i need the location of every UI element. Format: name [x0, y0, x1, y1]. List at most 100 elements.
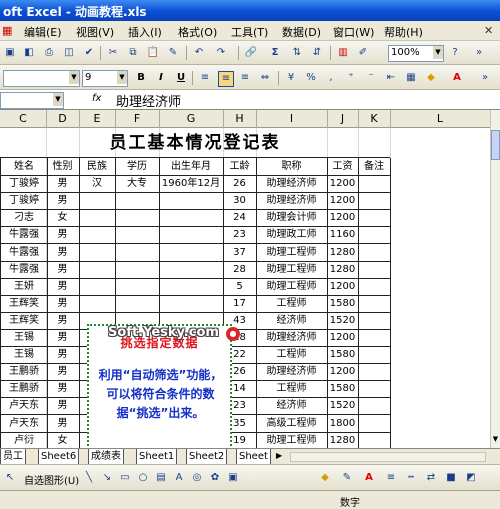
format-painter-icon[interactable]: ✎	[166, 46, 180, 60]
table-cell[interactable]: 王锡	[0, 329, 48, 348]
table-cell[interactable]: 经济师	[256, 311, 328, 330]
menu-edit[interactable]: 编辑(E)	[24, 24, 62, 40]
borders-icon[interactable]: ▦	[404, 71, 418, 85]
column-header[interactable]: C	[0, 110, 47, 128]
fill-color-icon[interactable]: ◆	[318, 471, 332, 485]
table-cell[interactable]: 23	[223, 226, 257, 245]
chevron-down-icon[interactable]: ▼	[433, 46, 443, 59]
table-header-cell[interactable]: 备注	[358, 158, 391, 177]
shadow-icon[interactable]: ■	[444, 471, 458, 485]
table-cell[interactable]: 1800	[327, 414, 359, 433]
table-cell[interactable]: 1160	[327, 226, 359, 245]
table-cell[interactable]	[115, 243, 160, 262]
undo-icon[interactable]: ↶	[192, 46, 206, 60]
menu-help[interactable]: 帮助(H)	[384, 24, 423, 40]
table-cell[interactable]: 助理工程师	[256, 260, 328, 279]
table-cell[interactable]: 男	[46, 311, 80, 330]
underline-button[interactable]: U	[174, 71, 188, 85]
comma-style-icon[interactable]: ,	[324, 71, 338, 85]
tab-sheet[interactable]: Sheet	[236, 449, 271, 465]
autosum-icon[interactable]: Σ	[268, 46, 282, 60]
table-cell[interactable]	[115, 226, 160, 245]
table-cell[interactable]: 5	[223, 277, 257, 296]
table-cell[interactable]: 大专	[115, 175, 160, 194]
redo-icon[interactable]: ↷	[214, 46, 228, 60]
table-cell[interactable]	[159, 226, 224, 245]
table-cell[interactable]	[79, 294, 116, 313]
table-cell[interactable]: 女	[46, 431, 80, 448]
table-cell[interactable]: 丁骏婷	[0, 175, 48, 194]
table-cell[interactable]: 丁骏婷	[0, 192, 48, 211]
oval-icon[interactable]: ○	[136, 471, 150, 485]
picture-icon[interactable]: ▣	[226, 471, 240, 485]
tab-sheet[interactable]: 员工	[0, 449, 26, 465]
table-cell[interactable]	[358, 243, 391, 262]
font-color-icon[interactable]: A	[362, 471, 376, 485]
drawing-icon[interactable]: ✐	[356, 46, 370, 60]
vertical-scrollbar[interactable]: ▼	[490, 110, 500, 448]
column-header[interactable]: L	[390, 110, 491, 128]
dash-style-icon[interactable]: ┅	[404, 471, 418, 485]
column-header[interactable]: D	[46, 110, 80, 128]
table-cell[interactable]	[159, 277, 224, 296]
clipart-icon[interactable]: ✿	[208, 471, 222, 485]
table-cell[interactable]: 助理经济师	[256, 329, 328, 348]
table-cell[interactable]: 王妍	[0, 277, 48, 296]
bold-button[interactable]: B	[134, 71, 148, 85]
table-cell[interactable]: 王辉笑	[0, 311, 48, 330]
name-box[interactable]: ▼	[0, 92, 64, 109]
table-cell[interactable]: 1200	[327, 329, 359, 348]
table-cell[interactable]: 男	[46, 346, 80, 365]
table-cell[interactable]: 1580	[327, 294, 359, 313]
align-center-icon[interactable]: ≡	[218, 71, 234, 87]
table-cell[interactable]: 男	[46, 277, 80, 296]
print-icon[interactable]: ⎙	[42, 46, 56, 60]
table-cell[interactable]	[79, 209, 116, 228]
table-cell[interactable]: 26	[223, 175, 257, 194]
table-cell[interactable]: 卢天东	[0, 414, 48, 433]
table-cell[interactable]: 1580	[327, 380, 359, 399]
print-preview-icon[interactable]: ◫	[62, 46, 76, 60]
menu-view[interactable]: 视图(V)	[76, 24, 114, 40]
worksheet-grid[interactable]: 员工基本情况登记表 姓名 性别 民族 学历 出生年月 工龄 职称 工资 备注 丁骏婷男汉大专 196…	[0, 128, 490, 448]
table-cell[interactable]: 24	[223, 209, 257, 228]
table-cell[interactable]: 1960年12月	[159, 175, 224, 194]
line-color-icon[interactable]: ✎	[340, 471, 354, 485]
table-cell[interactable]: 女	[46, 209, 80, 228]
table-cell[interactable]: 1280	[327, 243, 359, 262]
textbox-icon[interactable]: ▤	[154, 471, 168, 485]
table-cell[interactable]	[115, 294, 160, 313]
table-cell[interactable]	[358, 192, 391, 211]
table-cell[interactable]: 助理经济师	[256, 192, 328, 211]
table-cell[interactable]	[79, 243, 116, 262]
table-cell[interactable]: 1280	[327, 431, 359, 448]
table-cell[interactable]	[115, 260, 160, 279]
table-cell[interactable]: 男	[46, 226, 80, 245]
table-cell[interactable]	[358, 380, 391, 399]
table-cell[interactable]: 助理经济师	[256, 363, 328, 382]
table-cell[interactable]	[159, 260, 224, 279]
decrease-indent-icon[interactable]: ⇤	[384, 71, 398, 85]
column-header[interactable]: G	[159, 110, 224, 128]
window-close-icon[interactable]: ✕	[484, 24, 493, 37]
chevron-down-icon[interactable]: ▼	[117, 71, 127, 84]
table-cell[interactable]: 王锡	[0, 346, 48, 365]
merge-center-icon[interactable]: ⇔	[258, 71, 272, 85]
table-cell[interactable]	[79, 277, 116, 296]
tab-scroll-right-icon[interactable]: ▶	[276, 451, 282, 460]
table-header-cell[interactable]: 工龄	[223, 158, 257, 177]
chevron-down-icon[interactable]: ▼	[69, 71, 79, 84]
chart-wizard-icon[interactable]: ▥	[336, 46, 350, 60]
diagram-icon[interactable]: ◎	[190, 471, 204, 485]
tab-sheet[interactable]: Sheet2	[186, 449, 228, 465]
table-cell[interactable]: 男	[46, 414, 80, 433]
table-cell[interactable]	[358, 363, 391, 382]
table-cell[interactable]: 助理工程师	[256, 243, 328, 262]
copy-icon[interactable]: ⧉	[126, 46, 140, 60]
zoom-select[interactable]: 100% ▼	[388, 45, 444, 62]
align-left-icon[interactable]: ≡	[198, 71, 212, 85]
table-cell[interactable]	[358, 397, 391, 416]
tab-sheet[interactable]: Sheet6	[38, 449, 80, 465]
sort-descending-icon[interactable]: ⇵	[310, 46, 324, 60]
table-cell[interactable]	[358, 414, 391, 433]
